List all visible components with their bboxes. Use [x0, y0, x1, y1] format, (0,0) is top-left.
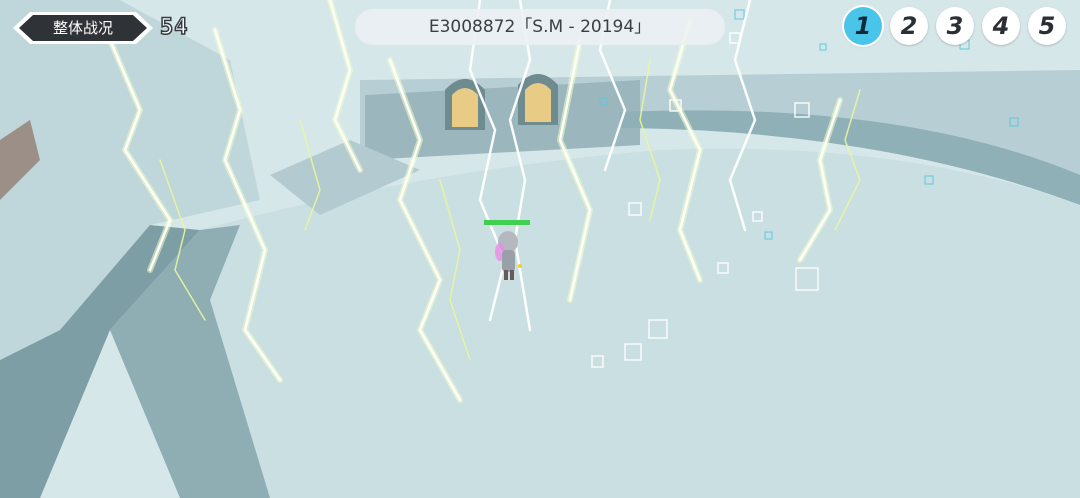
- remaining-count: 54: [159, 14, 189, 41]
- wave-button-4[interactable]: 4: [982, 7, 1020, 45]
- wave-button-2[interactable]: 2: [890, 7, 928, 45]
- wave-button-1[interactable]: 1: [844, 7, 882, 45]
- character-sprite: [495, 231, 522, 280]
- stage-title: E3008872「S.M - 20194」: [355, 9, 725, 45]
- arena-background: [0, 0, 1080, 498]
- overview-label: 整体战况: [52, 19, 113, 37]
- game-scene: [0, 0, 1080, 498]
- wave-selector: 1 2 3 4 5: [844, 7, 1066, 45]
- overview-button[interactable]: 整体战况: [10, 9, 156, 47]
- wave-button-3[interactable]: 3: [936, 7, 974, 45]
- wave-button-5[interactable]: 5: [1028, 7, 1066, 45]
- player-character: [480, 206, 536, 286]
